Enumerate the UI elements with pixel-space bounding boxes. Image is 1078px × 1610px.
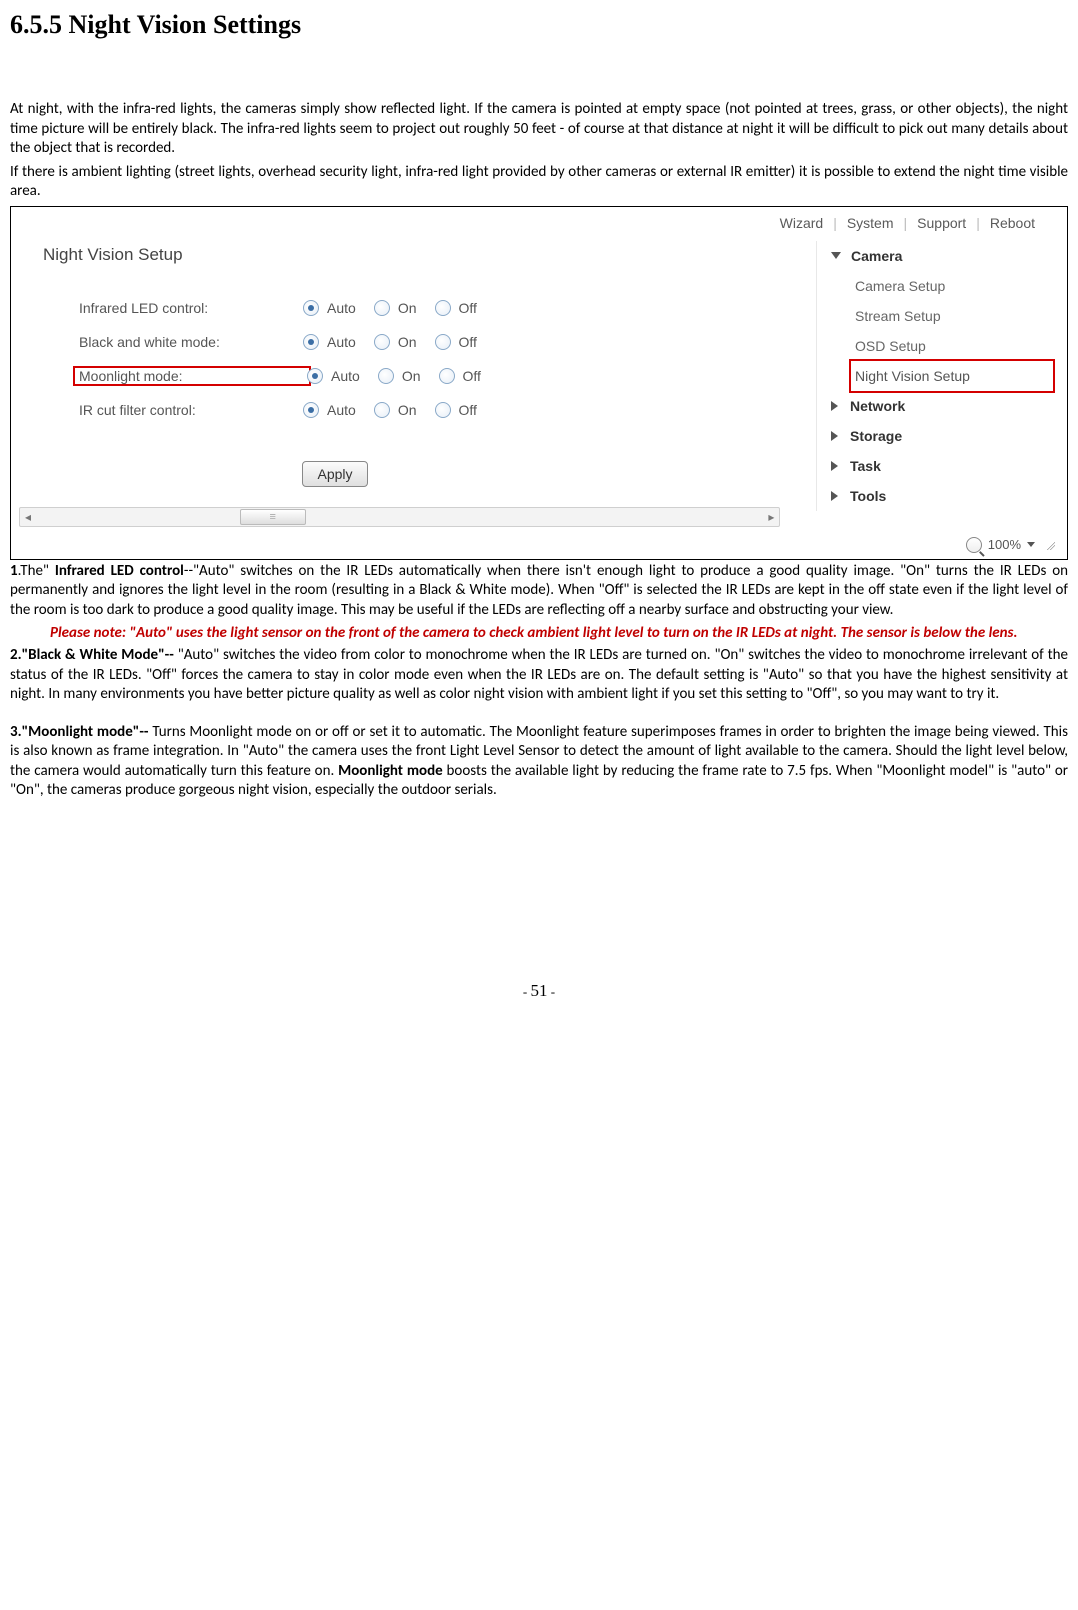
support-link[interactable]: Support bbox=[917, 215, 966, 231]
scroll-right-icon[interactable]: ▸ bbox=[763, 508, 779, 526]
radio-ircut-auto[interactable] bbox=[303, 402, 319, 418]
chevron-down-icon bbox=[831, 252, 841, 259]
sidebar-osd-setup[interactable]: OSD Setup bbox=[827, 331, 1057, 361]
zoom-bar: 100% bbox=[15, 537, 1055, 553]
sidebar-tools[interactable]: Tools bbox=[827, 481, 1057, 511]
sidebar-camera[interactable]: Camera bbox=[827, 241, 1057, 271]
chevron-right-icon bbox=[831, 401, 838, 411]
radio-moon-auto[interactable] bbox=[307, 368, 323, 384]
radio-bw-on[interactable] bbox=[374, 334, 390, 350]
settings-panel: Night Vision Setup Infrared LED control:… bbox=[15, 241, 816, 527]
sidebar-camera-setup[interactable]: Camera Setup bbox=[827, 271, 1057, 301]
row-moonlight: Moonlight mode: Auto On Off bbox=[79, 361, 625, 391]
horizontal-scrollbar[interactable]: ◂ ≡ ▸ bbox=[19, 507, 780, 527]
label-infrared-led: Infrared LED control: bbox=[79, 300, 208, 316]
radio-ircut-off[interactable] bbox=[435, 402, 451, 418]
row-ir-cut: IR cut filter control: Auto On Off bbox=[79, 395, 625, 425]
radio-moon-on[interactable] bbox=[378, 368, 394, 384]
scroll-left-icon[interactable]: ◂ bbox=[20, 508, 36, 526]
radio-bw-off[interactable] bbox=[435, 334, 451, 350]
sidebar-storage[interactable]: Storage bbox=[827, 421, 1057, 451]
label-ir-cut: IR cut filter control: bbox=[79, 402, 196, 418]
sidebar-night-vision[interactable]: Night Vision Setup bbox=[849, 359, 1055, 393]
sidebar-task[interactable]: Task bbox=[827, 451, 1057, 481]
chevron-right-icon bbox=[831, 491, 838, 501]
scroll-thumb[interactable]: ≡ bbox=[240, 509, 306, 525]
label-moonlight: Moonlight mode: bbox=[79, 368, 183, 384]
zoom-level: 100% bbox=[988, 537, 1021, 552]
sidebar-stream-setup[interactable]: Stream Setup bbox=[827, 301, 1057, 331]
section-heading: 6.5.5 Night Vision Settings bbox=[10, 10, 1068, 40]
wizard-link[interactable]: Wizard bbox=[780, 215, 824, 231]
screenshot-frame: Wizard| System| Support| Reboot Night Vi… bbox=[10, 206, 1068, 560]
top-link-bar: Wizard| System| Support| Reboot bbox=[15, 211, 1063, 241]
radio-infrared-on[interactable] bbox=[374, 300, 390, 316]
system-link[interactable]: System bbox=[847, 215, 894, 231]
row-black-white: Black and white mode: Auto On Off bbox=[79, 327, 625, 357]
zoom-dropdown-icon[interactable] bbox=[1027, 542, 1035, 547]
desc-infrared: 1.The" Infrared LED control--"Auto" swit… bbox=[10, 562, 1068, 621]
radio-infrared-auto[interactable] bbox=[303, 300, 319, 316]
zoom-icon[interactable] bbox=[966, 537, 982, 553]
chevron-right-icon bbox=[831, 461, 838, 471]
panel-title: Night Vision Setup bbox=[43, 245, 625, 265]
desc-moonlight: 3."Moonlight mode"-- Turns Moonlight mod… bbox=[10, 723, 1068, 801]
label-black-white: Black and white mode: bbox=[79, 334, 220, 350]
sidebar: Camera Camera Setup Stream Setup OSD Set… bbox=[816, 241, 1063, 511]
reboot-link[interactable]: Reboot bbox=[990, 215, 1035, 231]
intro-paragraph-2: If there is ambient lighting (street lig… bbox=[10, 163, 1068, 202]
page-number: - 51 - bbox=[10, 981, 1068, 1001]
radio-bw-auto[interactable] bbox=[303, 334, 319, 350]
apply-button[interactable]: Apply bbox=[302, 461, 367, 487]
row-infrared-led: Infrared LED control: Auto On Off bbox=[79, 293, 625, 323]
chevron-right-icon bbox=[831, 431, 838, 441]
intro-paragraph-1: At night, with the infra-red lights, the… bbox=[10, 100, 1068, 159]
radio-ircut-on[interactable] bbox=[374, 402, 390, 418]
desc-black-white: 2."Black & White Mode"-- "Auto" switches… bbox=[10, 646, 1068, 705]
radio-infrared-off[interactable] bbox=[435, 300, 451, 316]
radio-moon-off[interactable] bbox=[439, 368, 455, 384]
sidebar-network[interactable]: Network bbox=[827, 391, 1057, 421]
please-note: Please note: "Auto" uses the light senso… bbox=[50, 624, 1068, 642]
resize-grip-icon bbox=[1045, 540, 1055, 550]
